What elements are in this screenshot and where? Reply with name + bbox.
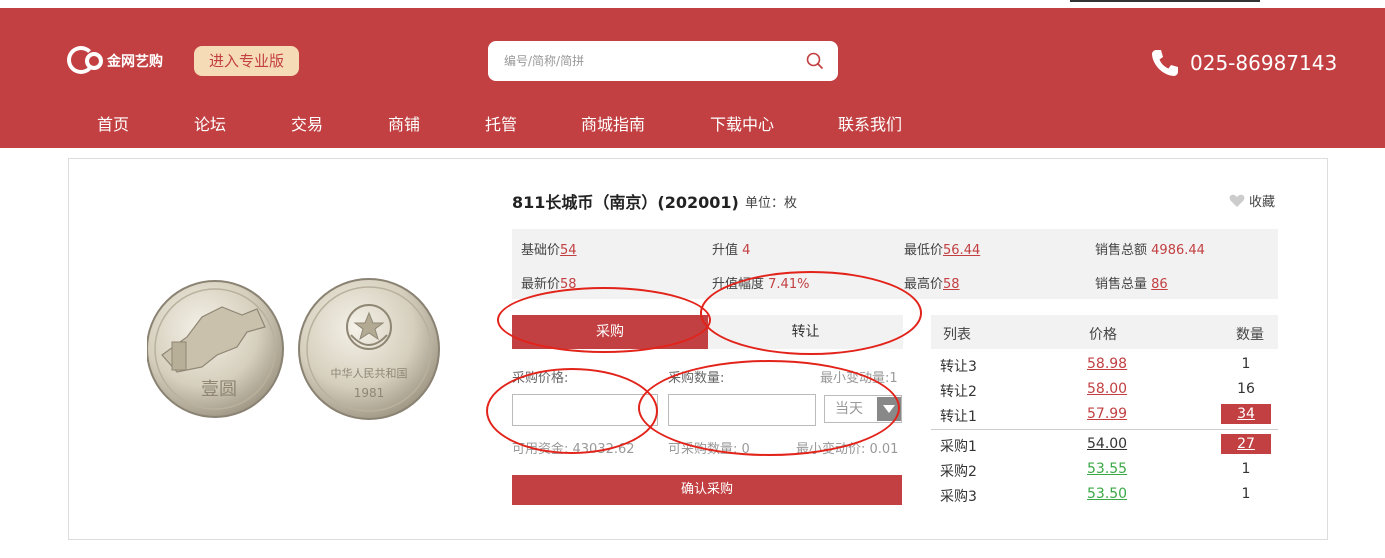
stat-rise-percent: 升值幅度 7.41%	[712, 277, 810, 292]
nav-item-trade[interactable]: 交易	[291, 110, 323, 140]
buyable-qty: 可采购数量: 0	[668, 442, 750, 457]
coin-right-text: 中华人民共和国	[331, 366, 408, 380]
tab-buy[interactable]: 采购	[512, 315, 708, 349]
low-price-link[interactable]: 56.44	[943, 243, 980, 258]
nav-item-guide[interactable]: 商城指南	[581, 110, 645, 140]
phone-number: 025-86987143	[1190, 51, 1338, 75]
product-title: 811长城币（南京）(202001)	[512, 193, 739, 212]
chevron-down-icon	[877, 397, 901, 421]
min-change-qty: 最小变动量:1	[820, 371, 898, 386]
col-qty: 数量	[1236, 327, 1264, 343]
search-icon[interactable]	[806, 52, 824, 70]
site-logo[interactable]: 金网艺购	[67, 46, 163, 76]
row-name: 转让1	[940, 409, 977, 425]
nav-item-contact[interactable]: 联系我们	[838, 110, 902, 140]
nav-item-download[interactable]: 下载中心	[710, 110, 774, 140]
min-change-price: 最小变动价: 0.01	[796, 442, 899, 457]
search-box	[488, 41, 838, 81]
stat-low-price: 最低价56.44	[904, 243, 981, 258]
period-value: 当天	[835, 401, 863, 417]
row-name: 转让2	[940, 384, 977, 400]
order-book-row[interactable]: 转让3 58.98 1	[931, 353, 1278, 377]
pro-version-button[interactable]: 进入专业版	[194, 46, 299, 76]
stat-base-price: 基础价54	[521, 243, 577, 258]
high-price-link[interactable]: 58	[943, 277, 960, 292]
confirm-buy-button[interactable]: 确认采购	[512, 475, 902, 505]
tab-sell[interactable]: 转让	[708, 315, 903, 349]
product-panel: 壹圆 中华人民共和国 1981 811长城币（南京）(202001) 单位：枚 …	[68, 158, 1328, 540]
period-select[interactable]: 当天	[824, 395, 902, 423]
row-qty[interactable]: 27	[1221, 434, 1271, 454]
sales-qty-link[interactable]: 86	[1151, 277, 1168, 292]
row-price[interactable]: 54.00	[1087, 436, 1127, 452]
logo-icon	[67, 46, 103, 76]
row-qty: 16	[1237, 381, 1255, 397]
row-price[interactable]: 58.00	[1087, 381, 1127, 397]
order-book-row[interactable]: 转让1 57.99 34	[931, 403, 1278, 427]
nav-item-home[interactable]: 首页	[97, 110, 129, 140]
row-name: 采购2	[940, 464, 977, 480]
top-underline	[1070, 0, 1260, 2]
row-name: 采购1	[940, 439, 977, 455]
row-price[interactable]: 57.99	[1087, 406, 1127, 422]
buy-price-input[interactable]	[512, 394, 658, 426]
order-book-row[interactable]: 采购1 54.00 27	[931, 433, 1278, 457]
stat-high-price: 最高价58	[904, 277, 960, 292]
buy-qty-input[interactable]	[668, 394, 816, 426]
coin-image: 壹圆 中华人民共和国 1981	[147, 278, 440, 420]
row-price[interactable]: 53.55	[1087, 461, 1127, 477]
coin-left-text: 壹圆	[201, 379, 237, 400]
site-header: 金网艺购 进入专业版 025-86987143 首页 论坛 交易 商铺 托管 商…	[0, 8, 1385, 148]
row-price[interactable]: 53.50	[1087, 486, 1127, 502]
order-book-row[interactable]: 转让2 58.00 16	[931, 378, 1278, 402]
order-book-divider	[931, 429, 1278, 430]
search-input[interactable]	[504, 51, 794, 71]
order-book-row[interactable]: 采购3 53.50 1	[931, 483, 1278, 507]
heart-icon	[1229, 194, 1245, 207]
stat-sales-amount: 销售总额 4986.44	[1095, 243, 1205, 258]
coin-right-year: 1981	[354, 386, 385, 400]
phone-icon	[1152, 50, 1178, 76]
buy-price-label: 采购价格:	[512, 371, 569, 386]
main-nav: 首页 论坛 交易 商铺 托管 商城指南 下载中心 联系我们	[0, 110, 1385, 144]
col-price: 价格	[1089, 327, 1117, 343]
row-qty[interactable]: 34	[1221, 404, 1271, 424]
nav-item-shops[interactable]: 商铺	[388, 110, 420, 140]
row-name: 转让3	[940, 359, 977, 375]
product-unit: 单位：枚	[745, 196, 798, 211]
favorite-label: 收藏	[1249, 195, 1276, 210]
order-book-row[interactable]: 采购2 53.55 1	[931, 458, 1278, 482]
buy-qty-label: 采购数量:	[668, 371, 725, 386]
nav-item-forum[interactable]: 论坛	[194, 110, 226, 140]
order-book-header: 列表 价格 数量	[931, 315, 1278, 349]
base-price-link[interactable]: 54	[560, 243, 577, 258]
col-list: 列表	[943, 327, 971, 343]
favorite-button[interactable]: 收藏	[1229, 191, 1275, 210]
row-name: 采购3	[940, 489, 977, 505]
logo-text: 金网艺购	[107, 54, 163, 70]
row-qty: 1	[1241, 356, 1251, 372]
stat-latest-price: 最新价58	[521, 277, 577, 292]
price-stats: 基础价54 升值 4 最低价56.44 销售总额 4986.44 最新价58 升…	[512, 229, 1278, 299]
available-funds: 可用资金: 43032.62	[512, 442, 635, 457]
stat-rise: 升值 4	[712, 243, 751, 258]
row-qty: 1	[1241, 461, 1251, 477]
row-qty: 1	[1241, 486, 1251, 502]
nav-item-custody[interactable]: 托管	[485, 110, 517, 140]
stat-sales-qty: 销售总量 86	[1095, 277, 1168, 292]
row-price[interactable]: 58.98	[1087, 356, 1127, 372]
phone-contact: 025-86987143	[1150, 48, 1337, 78]
